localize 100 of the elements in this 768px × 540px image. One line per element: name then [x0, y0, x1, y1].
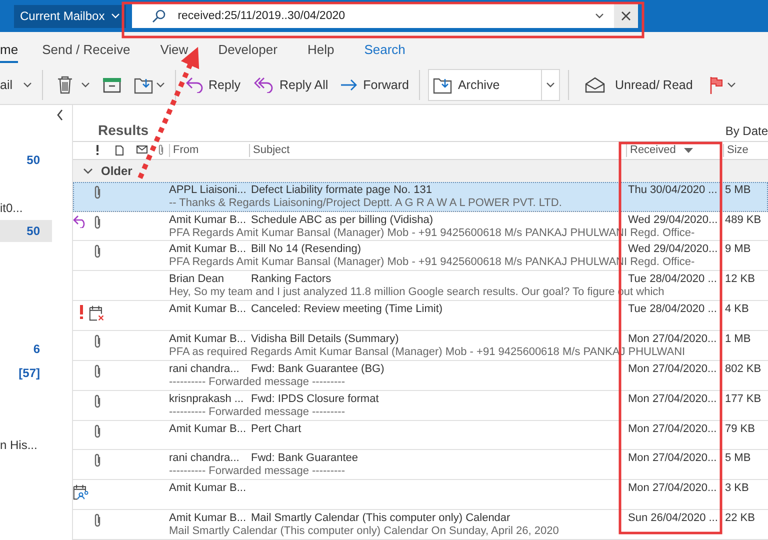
paperclip-icon — [92, 394, 102, 409]
results-title: Results — [98, 122, 149, 138]
importance-header-icon[interactable] — [96, 145, 98, 156]
folder-name[interactable]: n His... — [0, 434, 52, 456]
folder-count[interactable]: 50 — [0, 149, 52, 171]
message-row[interactable]: krisnprakash ... Fwd: IPDS Closure format Mon 27/04/2020... 177 KB ---------- Forwarded message --------- — [73, 390, 768, 421]
size-cell-text: 1 MB — [724, 332, 752, 346]
column-header[interactable]: From — [169, 144, 249, 157]
subject-cell-text: Defect Liability formate page No. 131 — [250, 184, 433, 197]
message-row[interactable]: Amit Kumar B... Mon 27/04/2020... 3 KB — [73, 480, 768, 510]
collapse-icon[interactable] — [56, 109, 64, 121]
size-cell-text: 79 KB — [724, 422, 756, 436]
caret-icon — [546, 82, 555, 88]
ribbon-tab[interactable]: Developer — [218, 38, 278, 62]
folder-count[interactable]: 50 — [0, 220, 52, 242]
caret-icon — [22, 82, 32, 88]
arrange-by-label[interactable]: By Date — [725, 124, 768, 138]
message-row[interactable]: Amit Kumar B... Mail Smartly Calendar (This computer only) Calendar Sun 26/04/2020 ... 22 KB Mail Smartly Calendar (This computer only) Calendar On Sunday, April 26, 2020 — [73, 510, 768, 540]
sender-cell-text: Amit Kumar B... — [169, 422, 248, 436]
ribbon-tab[interactable]: View — [160, 38, 188, 62]
received-cell-text: Sun 26/04/2020 ... — [627, 512, 719, 526]
size-cell-text: 3 KB — [724, 482, 750, 496]
sender-cell-text: Amit Kumar B... — [169, 482, 248, 496]
close-button[interactable] — [614, 4, 638, 28]
message-preview: Mail Smartly Calendar (This computer only) Calendar On Sunday, April 26, 2020 — [169, 525, 560, 538]
paperclip-icon — [92, 334, 102, 349]
sort-descending-icon — [684, 148, 693, 153]
ribbon-tab[interactable]: Help — [307, 38, 334, 62]
subject-cell-text: Pert Chart — [250, 422, 302, 436]
folder-count[interactable]: [57] — [0, 362, 52, 384]
received-cell-text: Wed 29/04/2020... — [627, 243, 719, 256]
search-field[interactable]: received:25/11/2019..30/04/2020 — [132, 4, 638, 28]
document-header-icon[interactable] — [114, 144, 124, 156]
caret-icon — [110, 13, 120, 19]
search-input[interactable]: received:25/11/2019..30/04/2020 — [176, 9, 595, 23]
received-cell-text: Mon 27/04/2020... — [627, 362, 718, 376]
size-cell-text: 802 KB — [724, 362, 762, 376]
forward-button[interactable]: Forward — [336, 70, 413, 100]
message-row[interactable]: rani chandra... Fwd: Bank Guarantee Mon 27/04/2020... 5 MB ---------- Forwarded message --------- — [73, 450, 768, 480]
sender-cell-text: Amit Kumar B... — [169, 243, 248, 256]
sender-cell-text: rani chandra... — [169, 362, 240, 376]
group-header[interactable]: Older — [73, 160, 768, 182]
size-cell-text: 9 MB — [724, 243, 752, 256]
reply-button[interactable]: Reply — [182, 70, 244, 100]
trash-icon — [56, 76, 73, 94]
folder-arrow-icon — [134, 76, 154, 94]
new-email-button[interactable]: ail — [0, 70, 17, 100]
column-header[interactable]: Received — [626, 144, 723, 157]
mailbox-scope-dropdown[interactable]: Current Mailbox — [14, 4, 126, 28]
archive-dropdown[interactable]: Archive — [428, 69, 560, 101]
size-cell-text: 4 KB — [724, 303, 750, 316]
sender-cell-text: rani chandra... — [169, 452, 240, 466]
ribbon-tab[interactable]: me — [0, 38, 18, 62]
size-cell-text: 5 MB — [724, 452, 752, 466]
archive-button[interactable]: Archive — [428, 70, 541, 100]
sender-cell-text: Brian Dean — [169, 273, 226, 286]
folder-name[interactable]: it0... — [0, 197, 52, 219]
message-row[interactable]: rani chandra... Fwd: Bank Guarantee (BG) Mon 27/04/2020... 802 KB ---------- Forwarded message --------- — [73, 360, 768, 391]
unread-read-button[interactable]: Unread/ Read — [580, 70, 697, 100]
paperclip-icon — [92, 453, 102, 468]
column-header[interactable]: Subject — [249, 144, 626, 157]
message-preview: ---------- Forwarded message --------- — [169, 465, 346, 478]
subject-cell-text: Fwd: IPDS Closure format — [250, 392, 380, 406]
archive-box-icon — [102, 77, 122, 93]
subject-cell-text: Bill No 14 (Resending) — [250, 243, 362, 256]
message-row[interactable]: APPL Liaisoni... Defect Liability formate page No. 131 Thu 30/04/2020 ... 5 MB -- Thanks & Regards Liaisoning/Project Deptt. A G R A W A L POWER PVT. LTD. — [73, 182, 768, 212]
attachment-header-icon[interactable] — [157, 144, 165, 156]
size-cell-text: 489 KB — [724, 214, 762, 226]
size-cell-text: 5 MB — [724, 184, 752, 197]
folder-arrow-icon — [432, 76, 453, 94]
reply-all-icon — [254, 77, 274, 93]
received-cell-text: Thu 30/04/2020 ... — [627, 184, 718, 197]
reply-all-button[interactable]: Reply All — [250, 70, 332, 100]
caret-icon — [726, 82, 736, 88]
meeting-icon — [73, 483, 89, 502]
envelope-header-icon[interactable] — [136, 144, 150, 156]
received-cell-text: Mon 27/04/2020... — [627, 452, 718, 466]
ribbon-tab[interactable]: Send / Receive — [42, 38, 130, 62]
sender-cell-text: Amit Kumar B... — [169, 214, 248, 226]
subject-cell-text: Mail Smartly Calendar (This computer only) Calendar — [250, 512, 512, 526]
sender-cell-text: krisnprakash ... — [169, 392, 245, 406]
message-row[interactable]: Amit Kumar B... Canceled: Review meeting (Time Limit) Tue 28/04/2020 ... 4 KB — [73, 301, 768, 331]
dropdown-caret-icon — [594, 13, 604, 19]
forward-icon — [340, 78, 358, 92]
sender-cell-text: APPL Liaisoni... — [169, 184, 248, 197]
close-icon — [620, 11, 631, 21]
received-cell-text: Wed 29/04/2020... — [627, 214, 719, 226]
paperclip-icon — [92, 214, 102, 230]
folder-count[interactable]: 6 — [0, 338, 52, 360]
received-cell-text: Mon 27/04/2020... — [627, 332, 718, 346]
size-cell-text: 177 KB — [724, 392, 762, 406]
paperclip-icon — [92, 424, 102, 439]
reply-icon — [186, 77, 204, 93]
size-cell-text: 12 KB — [724, 273, 756, 286]
received-cell-text: Mon 27/04/2020... — [627, 392, 718, 406]
subject-cell-text: Fwd: Bank Guarantee — [250, 452, 360, 466]
ribbon-tab[interactable]: Search — [364, 38, 406, 62]
message-row[interactable]: Amit Kumar B... Pert Chart Mon 27/04/2020... 79 KB — [73, 420, 768, 450]
column-header[interactable]: Size — [723, 144, 768, 157]
sender-cell-text: Amit Kumar B... — [169, 332, 248, 346]
